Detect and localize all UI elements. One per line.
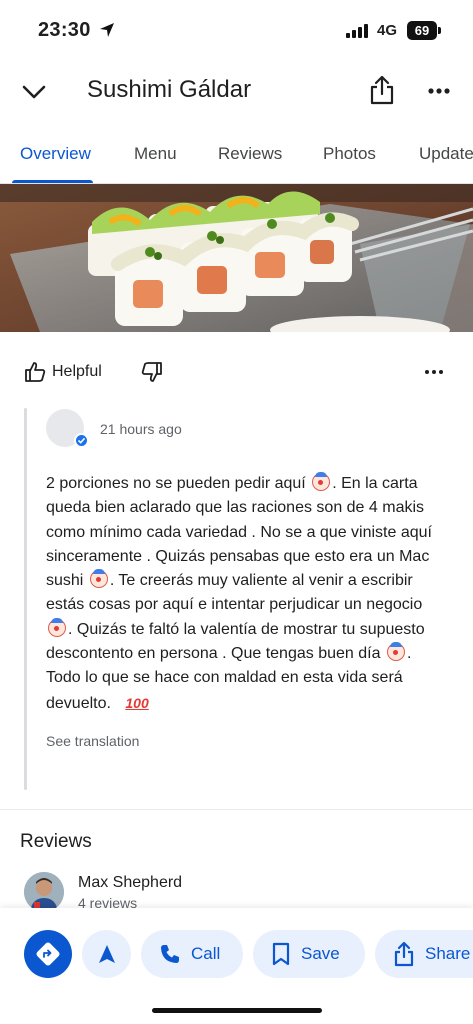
home-indicator[interactable] [152,1008,322,1013]
signal-icon [346,24,370,38]
status-time: 23:30 [38,19,91,41]
more-icon[interactable] [426,78,452,104]
clown-emoji-icon [312,472,331,491]
page-title: Sushimi Gáldar [87,76,252,103]
directions-button[interactable] [24,930,72,978]
thumb-down-icon[interactable] [141,361,163,383]
reviewer-name[interactable]: Max Shepherd [78,874,182,892]
chevron-down-icon[interactable] [20,78,48,106]
hundred-emoji-icon: 100 [125,694,149,711]
call-button[interactable]: Call [141,930,243,978]
tab-reviews[interactable]: Reviews [218,144,282,164]
tab-overview[interactable]: Overview [20,144,91,164]
network-label: 4G [377,22,398,39]
tab-bar: Overview Menu Reviews Photos Updates [0,130,473,184]
helpful-label: Helpful [52,363,102,380]
active-tab-indicator [12,180,93,183]
battery-icon: 69 [407,21,441,40]
reviews-heading: Reviews [20,831,92,852]
review-photo[interactable] [0,184,473,332]
tab-menu[interactable]: Menu [134,144,177,164]
tab-photos[interactable]: Photos [323,144,376,164]
start-navigation-button[interactable] [82,930,131,978]
clown-emoji-icon [89,569,108,589]
sushi-photo-illustration [0,184,473,332]
save-button[interactable]: Save [253,930,365,978]
thumb-up-icon [25,362,46,382]
location-arrow-icon [100,23,114,37]
avatar[interactable] [24,872,64,912]
bottom-action-bar: Call Save Share [0,908,473,1024]
clown-emoji-icon [48,617,66,637]
see-translation-link[interactable]: See translation [46,733,139,749]
clown-emoji-icon [386,642,405,662]
share-icon[interactable] [368,74,396,106]
bookmark-icon [272,942,290,966]
more-icon[interactable] [424,362,444,382]
section-divider [0,809,473,810]
place-header: Sushimi Gáldar [0,60,473,122]
share-button[interactable]: Share [375,930,473,978]
share-label: Share [425,944,471,963]
owner-reply-text: 2 porciones no se pueden pedir aquí . En… [46,472,446,716]
helpful-button[interactable]: Helpful [24,360,102,384]
reply-segment: 2 porciones no se pueden pedir aquí [46,475,306,492]
navigation-arrow-icon [98,945,115,963]
status-bar: 23:30 4G 69 [0,0,473,60]
phone-icon [161,945,179,963]
tab-updates[interactable]: Updates [419,144,473,164]
directions-icon [36,942,60,966]
reply-indent-bar [24,408,27,790]
share-icon [394,941,414,967]
reply-segment: . Quizás te faltó la valentía de mostrar… [46,620,425,663]
call-label: Call [191,944,221,963]
save-label: Save [301,944,340,963]
verified-icon [74,433,89,448]
reply-timestamp: 21 hours ago [100,421,182,437]
